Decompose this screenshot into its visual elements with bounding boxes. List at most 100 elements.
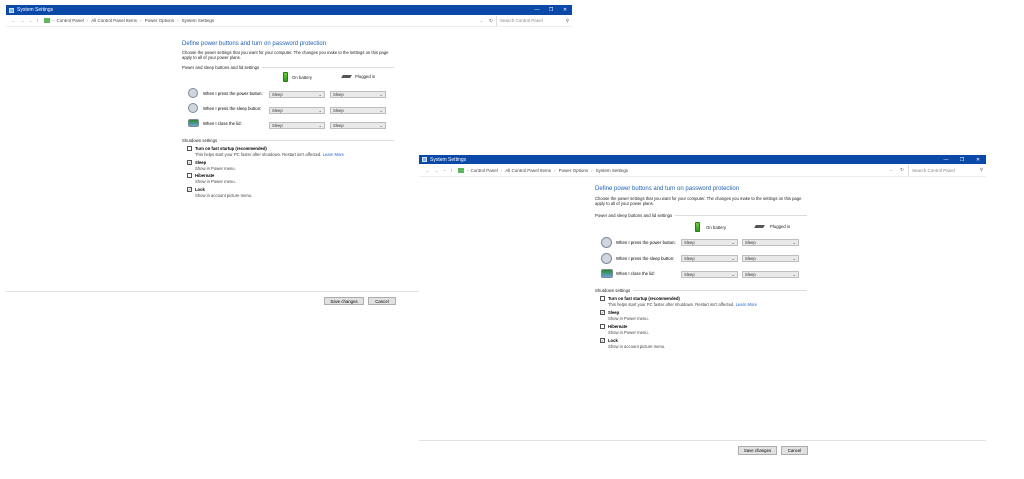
page-title: Define power buttons and turn on passwor… — [595, 186, 740, 192]
lid-battery-select[interactable]: Sleep ⌄ — [681, 271, 738, 278]
lid-label: When I close the lid: — [616, 271, 655, 276]
sleep-button-row: When I press the sleep button: — [188, 103, 261, 113]
sleep-option: ✓ Sleep Show in Power menu. — [600, 310, 649, 321]
cancel-button[interactable]: Cancel — [368, 297, 396, 305]
lock-option-description: Show in account picture menu. — [608, 344, 666, 349]
hibernate-option-description: Show in Power menu. — [195, 179, 236, 184]
chevron-down-icon: ⌄ — [318, 123, 322, 128]
sleep-checkbox[interactable]: ✓ — [187, 160, 192, 165]
hibernate-option-label: Hibernate — [195, 173, 215, 178]
breadcrumb-power-options[interactable]: Power Options — [559, 168, 589, 173]
breadcrumb: › Control Panel › All Control Panel Item… — [455, 167, 629, 173]
sleep-option-label: Sleep — [608, 310, 620, 315]
power-button-plugged-select[interactable]: Sleep ⌄ — [742, 239, 799, 246]
minimize-button[interactable]: — — [530, 5, 544, 15]
plug-icon — [754, 225, 765, 228]
breadcrumb-separator-icon: › — [86, 18, 89, 23]
address-dropdown-button[interactable]: ⌄ — [477, 18, 486, 24]
breadcrumb-separator-icon: › — [177, 18, 179, 23]
chevron-down-icon: ⌄ — [318, 92, 322, 97]
breadcrumb-control-panel[interactable]: Control Panel — [471, 168, 498, 173]
close-button[interactable]: ✕ — [558, 5, 572, 15]
control-panel-icon — [422, 157, 427, 162]
power-button-battery-select[interactable]: Sleep ⌄ — [681, 239, 738, 246]
learn-more-link[interactable]: Learn More — [323, 152, 344, 157]
sleep-button-plugged-select[interactable]: Sleep ⌄ — [742, 255, 799, 262]
up-button[interactable]: ↑ — [34, 18, 41, 23]
page-description: Choose the power settings that you want … — [595, 196, 802, 207]
breadcrumb-separator-icon: › — [554, 167, 556, 173]
sleep-button-plugged-select[interactable]: Sleep ⌄ — [330, 107, 386, 114]
maximize-button[interactable]: ❐ — [544, 5, 558, 15]
breadcrumb-all-items[interactable]: All Control Panel Items — [505, 168, 551, 173]
sleep-option-label: Sleep — [195, 160, 207, 165]
folder-icon — [44, 18, 50, 23]
lock-option-label: Lock — [195, 187, 205, 192]
breadcrumb-separator-icon: › — [53, 18, 55, 23]
power-button-label: When I press the power button: — [616, 240, 676, 245]
breadcrumb-all-items[interactable]: All Control Panel Items — [91, 18, 137, 23]
sleep-button-battery-select[interactable]: Sleep ⌄ — [269, 107, 325, 114]
breadcrumb-separator-icon: › — [140, 18, 142, 23]
learn-more-link[interactable]: Learn More — [736, 302, 757, 307]
maximize-button[interactable]: ❐ — [954, 155, 970, 164]
power-button-plugged-select[interactable]: Sleep ⌄ — [330, 91, 386, 98]
lid-plugged-select[interactable]: Sleep ⌄ — [330, 122, 386, 129]
address-dropdown-button[interactable]: ⌄ — [886, 167, 896, 173]
chevron-down-icon: ⌄ — [792, 240, 796, 245]
chevron-down-icon: ⌄ — [792, 256, 796, 261]
address-bar: ← → ⌄ ↑ › Control Panel › All Control Pa… — [6, 15, 572, 27]
hibernate-option-label: Hibernate — [608, 324, 628, 329]
breadcrumb-control-panel[interactable]: Control Panel — [57, 18, 84, 23]
search-input[interactable]: Search Control Panel ⚲ — [908, 164, 986, 176]
fast-startup-checkbox[interactable] — [187, 146, 192, 151]
main-content: Define power buttons and turn on passwor… — [419, 177, 986, 443]
cancel-button[interactable]: Cancel — [781, 446, 808, 455]
on-battery-header: On battery — [283, 72, 312, 82]
refresh-button[interactable]: ↻ — [486, 18, 496, 24]
breadcrumb-power-options[interactable]: Power Options — [145, 18, 175, 23]
breadcrumb-system-settings[interactable]: System Settings — [596, 168, 629, 173]
plugged-in-header: Plugged in — [341, 74, 375, 79]
power-button-battery-select[interactable]: Sleep ⌄ — [269, 91, 325, 98]
footer-bar: Save changes Cancel — [419, 440, 986, 458]
fast-startup-checkbox[interactable] — [600, 296, 605, 301]
sleep-button-row: When I press the sleep button: — [601, 253, 674, 264]
recent-locations-button[interactable]: ⌄ — [27, 18, 34, 24]
lock-option-label: Lock — [608, 338, 618, 343]
forward-button[interactable]: → — [432, 168, 441, 173]
lid-plugged-select[interactable]: Sleep ⌄ — [742, 271, 799, 278]
back-button[interactable]: ← — [423, 168, 432, 173]
chevron-down-icon: ⌄ — [792, 272, 796, 277]
power-section-heading: Power and sleep buttons and lid settings — [182, 65, 394, 70]
back-button[interactable]: ← — [9, 18, 18, 23]
chevron-down-icon: ⌄ — [731, 240, 735, 245]
forward-button[interactable]: → — [18, 18, 27, 23]
refresh-button[interactable]: ↻ — [896, 167, 908, 173]
sleep-checkbox[interactable]: ✓ — [600, 310, 605, 315]
lid-row: When I close the lid: — [188, 119, 242, 127]
settings-window-secondary: System Settings — ❐ ✕ ← → ⌄ ↑ › Control … — [419, 155, 986, 458]
minimize-button[interactable]: — — [938, 155, 954, 164]
hibernate-checkbox[interactable] — [187, 173, 192, 178]
fast-startup-label: Turn on fast startup (recommended) — [608, 296, 680, 301]
lid-battery-select[interactable]: Sleep ⌄ — [269, 122, 325, 129]
hibernate-checkbox[interactable] — [600, 324, 605, 329]
sleep-option-description: Show in Power menu. — [608, 316, 649, 321]
save-changes-button[interactable]: Save changes — [324, 297, 364, 305]
save-changes-button[interactable]: Save changes — [738, 446, 777, 455]
lock-checkbox[interactable]: ✓ — [187, 187, 192, 192]
address-bar: ← → ⌄ ↑ › Control Panel › All Control Pa… — [419, 164, 986, 177]
search-input[interactable]: Search Control Panel ⚲ — [496, 15, 572, 26]
up-button[interactable]: ↑ — [448, 168, 455, 173]
sleep-option-description: Show in Power menu. — [195, 166, 236, 171]
battery-icon — [695, 222, 700, 232]
close-button[interactable]: ✕ — [970, 155, 986, 164]
fast-startup-option: Turn on fast startup (recommended) This … — [187, 146, 344, 157]
window-title: System Settings — [430, 156, 467, 163]
search-icon: ⚲ — [979, 167, 983, 172]
breadcrumb-system-settings[interactable]: System Settings — [182, 18, 215, 23]
sleep-button-battery-select[interactable]: Sleep ⌄ — [681, 255, 738, 262]
recent-locations-button[interactable]: ⌄ — [441, 167, 448, 173]
lock-checkbox[interactable]: ✓ — [600, 338, 605, 343]
